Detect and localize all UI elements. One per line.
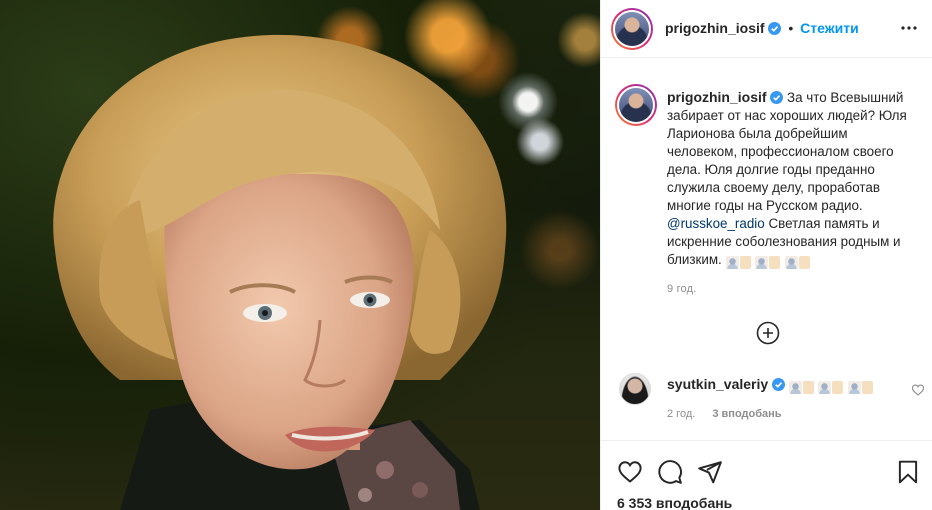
caption-timestamp[interactable]: 9 год.	[667, 283, 697, 295]
skin-tone-icon	[802, 381, 814, 394]
instagram-post: prigozhin_iosif • Стежити prigozhin_iosi…	[0, 0, 932, 510]
skin-tone-icon	[832, 381, 844, 394]
skin-tone-icon	[769, 256, 781, 269]
verified-badge-icon	[768, 22, 782, 35]
commenter-username[interactable]: syutkin_valeriy	[667, 376, 768, 392]
follow-button[interactable]: Стежити	[800, 20, 859, 36]
comment-meta: 2 год. 3 вподобань	[667, 408, 782, 420]
commenter-avatar[interactable]	[619, 373, 651, 405]
folded-hands-emoji-icon	[725, 256, 739, 269]
verified-badge-icon	[771, 378, 785, 391]
heart-icon[interactable]	[617, 459, 643, 485]
folded-hands-emoji-icon	[818, 381, 832, 394]
post-actions: 6 353 вподобань	[601, 440, 932, 510]
caption-username[interactable]: prigozhin_iosif	[667, 89, 767, 105]
folded-hands-emoji-icon	[788, 381, 802, 394]
separator-dot: •	[788, 20, 794, 36]
folded-hands-emoji-icon	[784, 256, 798, 269]
caption-emoji	[725, 254, 811, 272]
author-avatar[interactable]	[611, 8, 653, 50]
comment-timestamp[interactable]: 2 год.	[667, 408, 695, 420]
post-side-panel: prigozhin_iosif • Стежити prigozhin_iosi…	[600, 0, 932, 510]
caption-text: prigozhin_iosif За что Всевышний забирае…	[667, 88, 917, 272]
post-header: prigozhin_iosif • Стежити	[601, 0, 932, 58]
comment-text: syutkin_valeriy	[667, 376, 874, 395]
caption-mention-link[interactable]: @russkoe_radio	[667, 216, 765, 231]
likes-count[interactable]: 6 353 вподобань	[617, 495, 732, 510]
skin-tone-icon	[798, 256, 810, 269]
comment-item: syutkin_valeriy 2 год. 3 вподобань	[615, 373, 925, 423]
caption-author-avatar[interactable]	[615, 84, 657, 126]
comment-emoji	[788, 380, 874, 395]
author-username[interactable]: prigozhin_iosif	[665, 20, 765, 36]
portrait-illustration	[53, 34, 507, 510]
skin-tone-icon	[862, 381, 874, 394]
comment-heart-icon[interactable]	[911, 383, 925, 397]
skin-tone-icon	[739, 256, 751, 269]
comment-likes-link[interactable]: 3 вподобань	[712, 408, 781, 420]
post-photo[interactable]	[0, 0, 600, 510]
comment-icon[interactable]	[657, 459, 683, 485]
folded-hands-emoji-icon	[755, 256, 769, 269]
more-horizontal-icon[interactable]	[899, 20, 919, 36]
caption-body: За что Всевышний забирает от нас хороших…	[667, 90, 907, 213]
author-line: prigozhin_iosif • Стежити	[665, 20, 859, 36]
folded-hands-emoji-icon	[848, 381, 862, 394]
verified-badge-icon	[770, 91, 784, 104]
bookmark-icon[interactable]	[895, 459, 921, 485]
plus-circle-icon[interactable]	[756, 321, 780, 345]
share-icon[interactable]	[697, 459, 723, 485]
